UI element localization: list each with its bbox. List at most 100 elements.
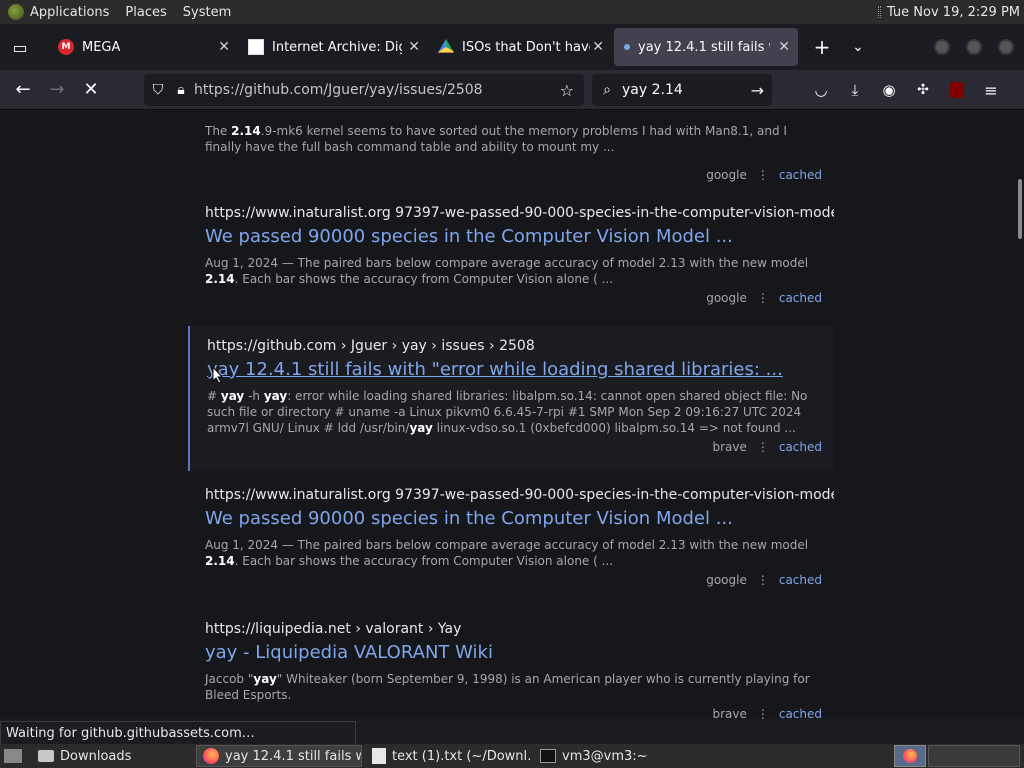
search-bar[interactable]: ⌕ → — [592, 74, 772, 106]
status-message: Waiting for github.githubassets.com… — [0, 721, 356, 745]
system-menu[interactable]: System — [175, 5, 239, 20]
cached-link[interactable]: cached — [779, 291, 822, 305]
applications-menu-label: Applications — [30, 4, 110, 20]
tab-internet-archive[interactable]: Internet Archive: Digit ✕ — [238, 28, 428, 66]
more-options-icon[interactable]: ⋮ — [757, 440, 769, 454]
account-icon: ◉ — [882, 81, 896, 99]
workspace-2[interactable] — [928, 745, 1020, 767]
download-icon: ⤓ — [851, 81, 859, 99]
plus-icon: + — [813, 35, 831, 59]
more-options-icon[interactable]: ⋮ — [757, 573, 769, 587]
close-icon[interactable]: ✕ — [218, 39, 230, 55]
result-url[interactable]: https://liquipedia.net › valorant › Yay — [205, 621, 834, 637]
cached-link[interactable]: cached — [779, 440, 822, 454]
tab-yay-issue[interactable]: yay 12.4.1 still fails wit ✕ — [614, 28, 798, 66]
firefox-view-button[interactable]: ▭ — [0, 29, 40, 65]
search-input[interactable] — [622, 82, 732, 98]
mouse-cursor-icon — [212, 366, 224, 384]
scrollbar[interactable] — [1014, 111, 1024, 719]
search-result: https://www.inaturalist.org 97397-we-pas… — [188, 205, 834, 315]
bookmark-star-icon[interactable]: ☆ — [560, 81, 574, 100]
app-menu-button[interactable]: ≡ — [974, 74, 1008, 106]
maximize-window-button[interactable] — [966, 39, 982, 55]
clock-text: Tue Nov 19, 2:29 PM — [886, 4, 1020, 20]
pocket-button[interactable]: ◡ — [804, 74, 838, 106]
taskbar-label: yay 12.4.1 still fails w… — [225, 748, 361, 764]
extensions-button[interactable]: ✣ — [906, 74, 940, 106]
arrow-right-icon: → — [49, 79, 65, 100]
list-all-tabs-button[interactable]: ⌄ — [840, 29, 876, 65]
tab-label: yay 12.4.1 still fails wit — [638, 39, 770, 55]
search-result-highlighted: https://github.com › Jguer › yay › issue… — [188, 326, 834, 471]
tab-label: MEGA — [82, 39, 121, 55]
page-content: The 2.14.9-mk6 kernel seems to have sort… — [0, 111, 1024, 719]
close-icon[interactable]: ✕ — [408, 39, 420, 55]
url-bar[interactable]: ⛉ 🔒︎ https://github.com/Jguer/yay/issues… — [144, 74, 584, 106]
forward-button[interactable]: → — [40, 74, 74, 106]
taskbar-item-terminal[interactable]: vm3@vm3:~ — [534, 745, 694, 767]
taskbar-item-downloads[interactable]: Downloads — [32, 745, 192, 767]
more-options-icon[interactable]: ⋮ — [757, 168, 769, 182]
tab-mega[interactable]: M MEGA ✕ — [48, 28, 238, 66]
scrollbar-thumb[interactable] — [1018, 179, 1022, 239]
places-menu[interactable]: Places — [117, 5, 174, 20]
stop-button[interactable]: ✕ — [74, 74, 108, 106]
cached-link[interactable]: cached — [779, 573, 822, 587]
chevron-down-icon: ⌄ — [852, 39, 864, 55]
result-url[interactable]: https://github.com › Jguer › yay › issue… — [207, 338, 834, 354]
result-snippet: Aug 1, 2024 — The paired bars below comp… — [205, 538, 809, 568]
ublock-origin-icon — [950, 82, 964, 98]
close-icon: ✕ — [83, 79, 99, 100]
search-result: https://www.inaturalist.org 97397-we-pas… — [188, 487, 834, 597]
system-panel: Applications Places System Tue Nov 19, 2… — [0, 0, 1024, 24]
ublock-button[interactable] — [940, 74, 974, 106]
taskbar-label: text (1).txt (~/Downl… — [392, 748, 530, 764]
clock[interactable]: Tue Nov 19, 2:29 PM — [877, 0, 1020, 24]
account-button[interactable]: ◉ — [872, 74, 906, 106]
result-snippet: Aug 1, 2024 — The paired bars below comp… — [205, 256, 809, 286]
result-footer: brave ⋮ cached — [712, 440, 822, 454]
taskbar: Downloads yay 12.4.1 still fails w… text… — [0, 744, 1024, 768]
result-footer: google ⋮ cached — [706, 573, 822, 587]
cached-link[interactable]: cached — [779, 168, 822, 182]
result-title-link[interactable]: We passed 90000 species in the Computer … — [205, 508, 834, 529]
close-icon[interactable]: ✕ — [592, 39, 604, 55]
close-icon[interactable]: ✕ — [778, 39, 790, 55]
tab-label: ISOs that Don't haven — [462, 39, 590, 55]
show-desktop-button[interactable] — [0, 745, 28, 767]
url-text[interactable]: https://github.com/Jguer/yay/issues/2508 — [194, 82, 483, 98]
toolbar-right: ◡ ⤓ ◉ ✣ ≡ — [804, 74, 1008, 106]
close-window-button[interactable] — [998, 39, 1014, 55]
result-engine: google — [706, 291, 747, 305]
result-title-link[interactable]: yay - Liquipedia VALORANT Wiki — [205, 642, 834, 663]
result-title-link[interactable]: yay 12.4.1 still fails with "error while… — [207, 359, 834, 380]
text-editor-icon — [372, 748, 386, 764]
back-button[interactable]: ← — [6, 74, 40, 106]
new-tab-button[interactable]: + — [804, 29, 840, 65]
arrow-left-icon: ← — [15, 79, 31, 100]
pocket-icon: ◡ — [814, 81, 828, 99]
result-url[interactable]: https://www.inaturalist.org 97397-we-pas… — [205, 487, 834, 503]
more-options-icon[interactable]: ⋮ — [757, 291, 769, 305]
workspace-switcher[interactable] — [894, 745, 926, 767]
mega-icon: M — [58, 39, 74, 55]
taskbar-item-firefox[interactable]: yay 12.4.1 still fails w… — [196, 745, 362, 767]
more-options-icon[interactable]: ⋮ — [757, 707, 769, 719]
minimize-window-button[interactable] — [934, 39, 950, 55]
taskbar-item-text-editor[interactable]: text (1).txt (~/Downl… — [366, 745, 530, 767]
cached-link[interactable]: cached — [779, 707, 822, 719]
go-arrow-icon[interactable]: → — [751, 81, 764, 100]
downloads-button[interactable]: ⤓ — [838, 74, 872, 106]
result-snippet: The 2.14.9-mk6 kernel seems to have sort… — [205, 124, 787, 154]
result-engine: brave — [712, 707, 747, 719]
firefox-icon — [203, 748, 219, 764]
result-title-link[interactable]: We passed 90000 species in the Computer … — [205, 226, 834, 247]
result-url[interactable]: https://www.inaturalist.org 97397-we-pas… — [205, 205, 834, 221]
folder-icon — [38, 750, 54, 762]
tab-isos[interactable]: ISOs that Don't haven ✕ — [428, 28, 612, 66]
shield-icon[interactable]: ⛉ — [144, 82, 172, 98]
result-engine: google — [706, 168, 747, 182]
applications-menu[interactable]: Applications — [0, 4, 117, 20]
navigation-toolbar: ← → ✕ ⛉ 🔒︎ https://github.com/Jguer/yay/… — [0, 70, 1024, 110]
lock-icon[interactable]: 🔒︎ — [172, 82, 190, 98]
